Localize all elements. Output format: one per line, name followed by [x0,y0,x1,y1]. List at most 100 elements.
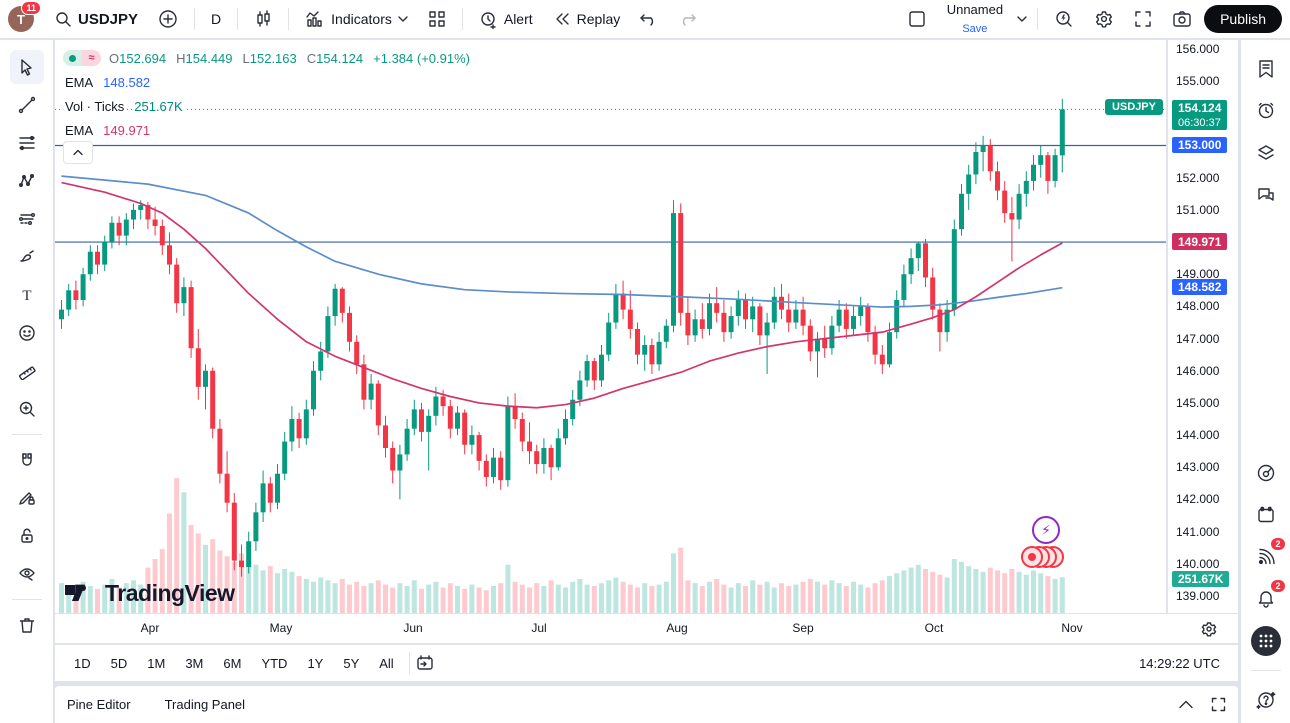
range-5d-button[interactable]: 5D [102,652,137,675]
prediction-tool-button[interactable] [10,202,44,236]
fullscreen-button[interactable] [1126,6,1160,32]
compare-add-symbol-button[interactable] [150,5,186,33]
hide-drawings-button[interactable] [10,557,44,591]
chart-overlay-icons: ⚡ [1020,516,1066,575]
alert-clock-icon [479,10,498,29]
chats-button[interactable] [1249,178,1283,212]
symbol-toggle-pill[interactable]: ≈ [63,50,101,66]
user-avatar[interactable]: T 11 [8,6,34,32]
apps-menu-button[interactable] [1249,624,1283,658]
settings-button[interactable] [1086,5,1122,33]
range-6m-button[interactable]: 6M [214,652,250,675]
watchlist-icon [1256,59,1276,79]
chart-type-button[interactable] [246,6,280,32]
month-label: Sep [792,621,813,635]
measure-tool-button[interactable] [10,354,44,388]
toolbar-divider [1037,8,1038,30]
range-all-button[interactable]: All [370,652,402,675]
indicators-button[interactable]: Indicators [297,6,416,32]
price-tag: 153.000 [1172,137,1227,153]
legend-ohlc-row[interactable]: ≈ O152.694 H154.449 L152.163 C154.124 +1… [63,46,472,70]
brush-tool-button[interactable] [10,240,44,274]
help-button[interactable] [1249,683,1283,717]
calendar-icon [1256,505,1276,525]
eye-icon [18,565,36,583]
fib-retracement-tool-button[interactable] [10,126,44,160]
plus-circle-icon [158,9,178,29]
candlestick-icon [254,10,272,28]
remove-drawings-button[interactable] [10,608,44,642]
target-stack-icon[interactable] [1020,544,1066,570]
redo-button[interactable] [670,8,704,30]
tab-pine-editor[interactable]: Pine Editor [67,697,131,712]
price-axis[interactable]: 156.000155.000152.000151.000149.000148.0… [1167,40,1238,613]
alarm-clock-icon [1256,101,1276,121]
chart-legend: ≈ O152.694 H154.449 L152.163 C154.124 +1… [63,46,472,142]
range-ytd-button[interactable]: YTD [252,652,296,675]
replay-label: Replay [577,11,621,27]
maximize-panel-icon[interactable] [1211,697,1226,712]
legend-ema-fast-row[interactable]: EMA 149.971 [63,118,472,142]
drawing-mode-button[interactable] [10,481,44,515]
watchlist-button[interactable] [1249,52,1283,86]
ema-slow-value: 148.582 [101,75,152,90]
chart-area[interactable]: ≈ O152.694 H154.449 L152.163 C154.124 +1… [55,40,1166,613]
undo-button[interactable] [632,8,666,30]
snapshot-button[interactable] [1164,6,1200,32]
range-1m-button[interactable]: 1M [138,652,174,675]
search-icon [54,10,72,28]
legend-ema-slow-row[interactable]: EMA 148.582 [63,70,472,94]
tradingview-watermark: TradingView [65,580,235,607]
high-value: 154.449 [186,51,233,66]
range-3m-button[interactable]: 3M [176,652,212,675]
magnet-mode-button[interactable] [10,443,44,477]
save-menu-chevron[interactable] [1015,11,1029,27]
axis-settings-gear-icon[interactable] [1200,620,1218,638]
cursor-icon [18,58,36,76]
technicals-gauge-button[interactable] [1249,456,1283,490]
hotlists-button[interactable] [1249,136,1283,170]
price-tick: 141.000 [1176,525,1219,539]
text-tool-button[interactable]: T [10,278,44,312]
apps-grid-icon [1251,626,1281,656]
replay-button[interactable]: Replay [545,7,629,31]
calendar-button[interactable] [1249,498,1283,532]
pattern-tool-button[interactable] [10,164,44,198]
cursor-tool-button[interactable] [10,50,44,84]
price-tag: 148.582 [1172,279,1227,295]
range-1d-button[interactable]: 1D [65,652,100,675]
lock-drawings-button[interactable] [10,519,44,553]
legend-volume-row[interactable]: Vol · Ticks 251.67K [63,94,472,118]
price-tick: 146.000 [1176,364,1219,378]
publish-button[interactable]: Publish [1204,5,1282,33]
month-label: Jun [403,621,422,635]
save-layout-button[interactable]: Unnamed Save [939,0,1011,39]
camera-icon [1172,10,1192,28]
expand-panel-chevron-icon[interactable] [1179,700,1193,709]
go-to-date-icon[interactable] [416,654,434,672]
trend-line-tool-button[interactable] [10,88,44,122]
alert-button[interactable]: Alert [471,6,541,33]
position-lines-icon [18,210,36,228]
tab-trading-panel[interactable]: Trading Panel [165,697,245,712]
alerts-panel-button[interactable] [1249,94,1283,128]
range-5y-button[interactable]: 5Y [334,652,368,675]
legend-collapse-button[interactable] [63,141,93,164]
ema-label: EMA [63,75,95,90]
utc-clock[interactable]: 14:29:22 UTC [1139,656,1228,671]
interval-button[interactable]: D [203,7,229,31]
layout-select-button[interactable] [899,5,935,33]
notifications-button[interactable]: 2 [1249,582,1283,616]
ideas-stream-button[interactable]: 2 [1249,540,1283,574]
zoom-in-tool-button[interactable] [10,392,44,426]
emoji-tool-button[interactable] [10,316,44,350]
symbol-search-button[interactable]: USDJPY [46,6,146,32]
range-1y-button[interactable]: 1Y [298,652,332,675]
lightning-badge-icon[interactable]: ⚡ [1032,516,1060,544]
layout-grid-button[interactable] [420,6,454,32]
quick-search-button[interactable] [1046,5,1082,33]
volume-value: 251.67K [132,99,184,114]
lightning-search-icon [1054,9,1074,29]
time-axis[interactable]: AprMayJunJulAugSepOctNov [55,613,1238,643]
price-tick: 139.000 [1176,589,1219,603]
